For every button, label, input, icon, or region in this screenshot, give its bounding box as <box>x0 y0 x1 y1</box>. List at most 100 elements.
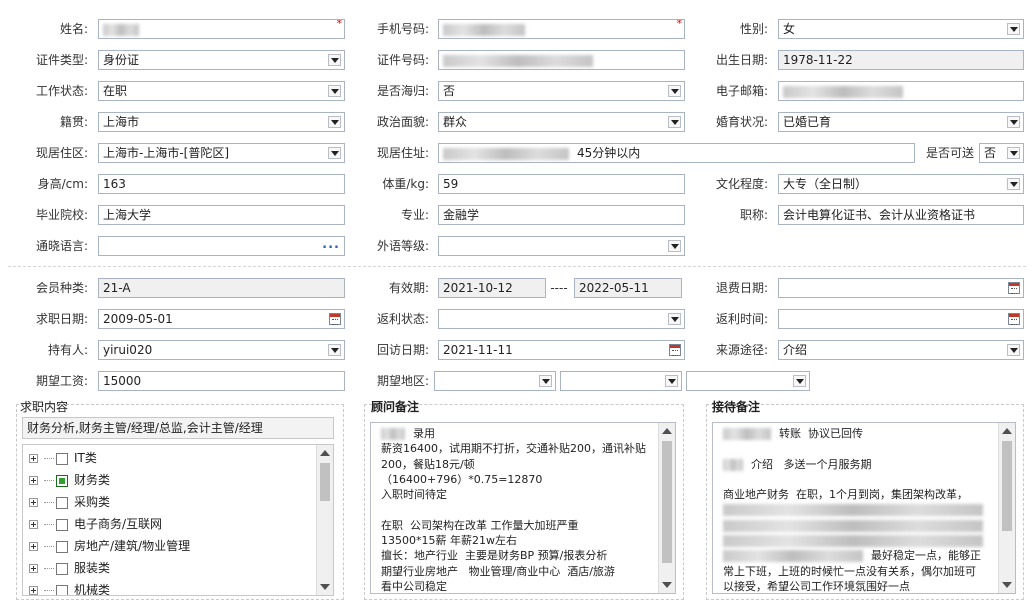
phone-field[interactable]: * <box>438 19 685 39</box>
area-city-select[interactable] <box>560 371 682 391</box>
reception-lines: 转账 协议已回传 介绍 多送一个月服务期 商业地产财务 在职，1个月到岗，集团架构改… <box>713 423 1015 593</box>
chevron-down-icon[interactable] <box>665 375 678 387</box>
refund-date-field[interactable] <box>778 278 1024 298</box>
language-field[interactable]: ... <box>98 236 345 256</box>
expand-icon[interactable] <box>29 542 38 551</box>
calendar-icon[interactable] <box>329 313 341 325</box>
consultant-notes[interactable]: 录用 薪资16400，试用期不打折，交通补贴200，通讯补贴 200，餐贴18元/顿… <box>370 422 676 594</box>
expand-icon[interactable] <box>29 586 38 595</box>
reception-notes[interactable]: 转账 协议已回传 介绍 多送一个月服务期 商业地产财务 在职，1个月到岗，集团架构改… <box>712 422 1016 594</box>
revisit-date-field[interactable]: 2021-11-11 <box>438 340 685 360</box>
chevron-down-icon[interactable] <box>1007 116 1020 128</box>
category-checkbox[interactable] <box>56 452 68 465</box>
tree-item[interactable]: 采购类 <box>29 491 110 513</box>
holder-value: yirui020 <box>103 343 153 357</box>
tree-scrollbar[interactable] <box>316 445 333 595</box>
reception-scrollbar[interactable] <box>998 423 1015 593</box>
work-status-value: 在职 <box>103 84 128 98</box>
tree-item[interactable]: 机械类 <box>29 579 110 595</box>
major-field[interactable]: 金融学 <box>438 205 685 225</box>
rebate-time-field[interactable] <box>778 309 1024 329</box>
tree-item[interactable]: IT类 <box>29 447 97 469</box>
address-field[interactable]: 45分钟以内 <box>438 143 915 163</box>
scroll-down-icon[interactable] <box>1002 582 1012 588</box>
chevron-down-icon[interactable] <box>328 85 341 97</box>
tree-item[interactable]: 财务类 <box>29 469 110 491</box>
chevron-down-icon[interactable] <box>668 85 681 97</box>
job-date-field[interactable]: 2009-05-01 <box>98 309 345 329</box>
area-province-select[interactable] <box>434 371 556 391</box>
calendar-icon[interactable] <box>1008 282 1020 294</box>
work-status-label: 工作状态: <box>35 84 88 98</box>
scroll-thumb[interactable] <box>662 441 672 563</box>
salary-field[interactable]: 15000 <box>98 371 345 391</box>
scroll-up-icon[interactable] <box>662 428 672 434</box>
id-no-field[interactable] <box>438 50 685 70</box>
expand-icon[interactable] <box>29 564 38 573</box>
consultant-scrollbar[interactable] <box>658 423 675 593</box>
scroll-up-icon[interactable] <box>1002 428 1012 434</box>
tree-item[interactable]: 服装类 <box>29 557 110 579</box>
scroll-down-icon[interactable] <box>662 582 672 588</box>
email-field[interactable] <box>778 81 1024 101</box>
calendar-icon[interactable] <box>669 344 681 356</box>
chevron-down-icon[interactable] <box>1007 344 1020 356</box>
chevron-down-icon[interactable] <box>668 240 681 252</box>
title-field[interactable]: 会计电算化证书、会计从业资格证书 <box>778 205 1024 225</box>
id-type-select[interactable]: 身份证 <box>98 50 345 70</box>
chevron-down-icon[interactable] <box>793 375 806 387</box>
chevron-down-icon[interactable] <box>1007 23 1020 35</box>
tree-item[interactable]: 电子商务/互联网 <box>29 513 162 535</box>
category-checkbox[interactable] <box>56 584 68 595</box>
marital-select[interactable]: 已婚已育 <box>778 112 1024 132</box>
expand-icon[interactable] <box>29 498 38 507</box>
scroll-up-icon[interactable] <box>320 450 330 456</box>
scroll-thumb[interactable] <box>320 463 330 501</box>
work-status-select[interactable]: 在职 <box>98 81 345 101</box>
area-district-select[interactable] <box>686 371 810 391</box>
chevron-down-icon[interactable] <box>539 375 552 387</box>
category-checkbox[interactable] <box>56 496 68 509</box>
calendar-icon[interactable] <box>1008 313 1020 325</box>
chevron-down-icon[interactable] <box>1007 178 1020 190</box>
residence-select[interactable]: 上海市-上海市-[普陀区] <box>98 143 345 163</box>
height-field[interactable]: 163 <box>98 174 345 194</box>
refund-date-label: 退费日期: <box>715 281 768 295</box>
expand-icon[interactable] <box>29 454 38 463</box>
category-checkbox[interactable] <box>56 518 68 531</box>
weight-field[interactable]: 59 <box>438 174 685 194</box>
chevron-down-icon[interactable] <box>328 116 341 128</box>
gender-select[interactable]: 女 <box>778 19 1024 39</box>
expand-icon[interactable] <box>29 520 38 529</box>
can-send-select[interactable]: 否 <box>979 143 1024 163</box>
chevron-down-icon[interactable] <box>328 344 341 356</box>
category-checkbox[interactable] <box>56 540 68 553</box>
source-select[interactable]: 介绍 <box>778 340 1024 360</box>
foreign-level-select[interactable] <box>438 236 685 256</box>
rebate-status-select[interactable] <box>438 309 685 329</box>
tree-item[interactable]: 房地产/建筑/物业管理 <box>29 535 190 557</box>
expand-icon[interactable] <box>29 476 38 485</box>
redacted-text <box>723 550 863 563</box>
chevron-down-icon[interactable] <box>668 116 681 128</box>
native-select[interactable]: 上海市 <box>98 112 345 132</box>
chevron-down-icon[interactable] <box>1007 147 1020 159</box>
holder-select[interactable]: yirui020 <box>98 340 345 360</box>
chevron-down-icon[interactable] <box>668 313 681 325</box>
more-icon[interactable]: ... <box>322 237 340 253</box>
category-checkbox[interactable] <box>56 474 68 487</box>
school-field[interactable]: 上海大学 <box>98 205 345 225</box>
job-category-tree[interactable]: IT类 财务类 采购类 电子商务/互联网 房地产/建筑/物业管理 服装类 机械类 <box>22 444 334 596</box>
chevron-down-icon[interactable] <box>328 54 341 66</box>
job-summary-field[interactable]: 财务分析,财务主管/经理/总监,会计主管/经理 <box>22 417 334 439</box>
chevron-down-icon[interactable] <box>328 147 341 159</box>
note-line: 常上下班，上班的时候忙一点没有关系，偶尔加班可 <box>713 564 1015 579</box>
name-field[interactable]: * <box>98 19 345 39</box>
revisit-date-label: 回访日期: <box>376 343 429 357</box>
scroll-thumb[interactable] <box>1002 441 1012 531</box>
political-select[interactable]: 群众 <box>438 112 685 132</box>
scroll-down-icon[interactable] <box>320 584 330 590</box>
education-select[interactable]: 大专（全日制） <box>778 174 1024 194</box>
category-checkbox[interactable] <box>56 562 68 575</box>
returnee-select[interactable]: 否 <box>438 81 685 101</box>
